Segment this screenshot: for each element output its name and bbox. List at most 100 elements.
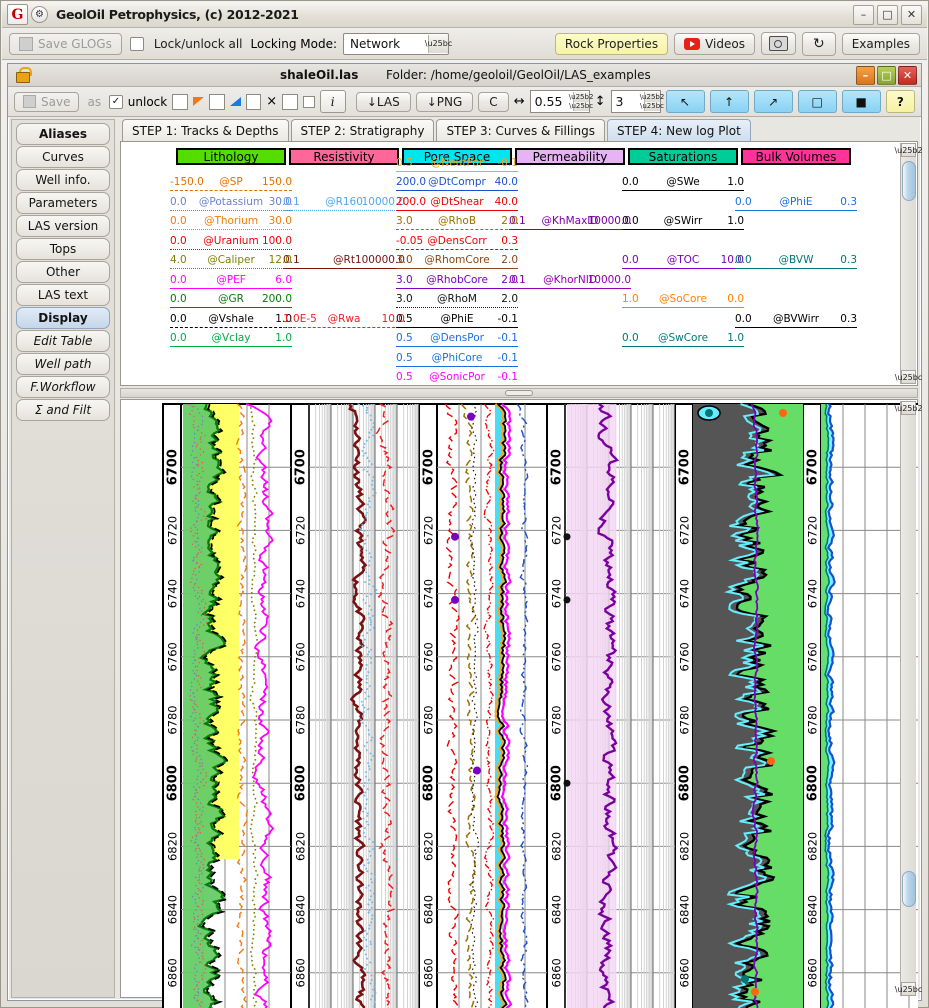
plot-scroll-thumb[interactable]	[902, 871, 916, 907]
curve-legend-vclay[interactable]: 0.0 @Vclay 1.0	[170, 332, 292, 347]
sidebar-item-display[interactable]: Display	[16, 307, 110, 329]
curve-legend-rhobcore[interactable]: 3.0 @RhobCore 2.0	[396, 274, 518, 289]
height-stepper[interactable]: 3 \u25b2 \u25bc	[610, 90, 664, 113]
curve-legend-phie[interactable]: 0.5 @PhiE -0.1	[396, 313, 518, 328]
blue-triangle-icon[interactable]	[229, 97, 241, 106]
curve-legend-rhomcore[interactable]: 3.0 @RhomCore 2.0	[396, 254, 518, 269]
sidebar-item-tops[interactable]: Tops	[16, 238, 110, 260]
curve-legend-phicore[interactable]: 0.5 @PhiCore -0.1	[396, 352, 518, 367]
export-las-button[interactable]: ↓LAS	[355, 91, 411, 112]
width-value[interactable]: 0.55	[531, 94, 573, 109]
curve-legend-sp[interactable]: -150.0 @SP 150.0	[170, 176, 292, 191]
unlock-icon[interactable]	[15, 67, 32, 83]
option-checkbox-4[interactable]	[282, 93, 298, 110]
curve-legend-phie[interactable]: 0.0 @PhiE 0.3	[735, 196, 857, 211]
curve-legend-uranium[interactable]: 0.0 @Uranium 100.0	[170, 235, 292, 250]
curve-legend-swcore[interactable]: 0.0 @SwCore 1.0	[622, 332, 744, 347]
maximize-icon[interactable]: □	[877, 4, 898, 25]
sidebar-item-parameters[interactable]: Parameters	[16, 192, 110, 214]
save-as-label[interactable]: as	[84, 95, 104, 109]
sidebar-item-other[interactable]: Other	[16, 261, 110, 283]
fit-button[interactable]: □	[797, 90, 837, 113]
curve-legend-rwa[interactable]: 1.0E-5 @Rwa 10.0	[283, 313, 405, 328]
orange-triangle-icon[interactable]	[192, 97, 204, 106]
curve-legend-khmaxid[interactable]: 0.1 @KhMaxID 10000.0	[509, 215, 631, 230]
sidebar-item-well-info[interactable]: Well info.	[16, 169, 110, 191]
track-header-resistivity[interactable]: Resistivity	[289, 148, 399, 165]
sidebar-item-well-path[interactable]: Well path	[16, 353, 110, 375]
help-button[interactable]: ?	[885, 90, 916, 113]
track-header-permeability[interactable]: Permeability	[515, 148, 625, 165]
chevron-down-icon[interactable]: \u25bc	[425, 34, 452, 53]
curve-legend-caliper[interactable]: 4.0 @Caliper 12.0	[170, 254, 292, 269]
zoom-out-button[interactable]: ↖	[665, 90, 705, 113]
curve-legend-swirr[interactable]: 0.0 @SWirr 1.0	[622, 215, 744, 230]
curve-legend-r160[interactable]: 0.1 @R160 10000.0	[283, 196, 405, 211]
full-button[interactable]: ■	[841, 90, 881, 113]
export-png-button[interactable]: ↓PNG	[415, 91, 474, 112]
info-button[interactable]: i	[319, 90, 346, 113]
sidebar-item-las-version[interactable]: LAS version	[16, 215, 110, 237]
zoom-in-button[interactable]: ↗	[753, 90, 793, 113]
log-plot-canvas[interactable]: 6700 6720 6740 6760 6780 6800 6820 6840 6860 6700…	[121, 400, 918, 1008]
width-spin-arrows[interactable]: \u25b2 \u25bc	[569, 92, 593, 111]
sidebar-item-curves[interactable]: Curves	[16, 146, 110, 168]
track-header-bulk-volumes[interactable]: Bulk Volumes	[741, 148, 851, 165]
height-spin-arrows[interactable]: \u25b2 \u25bc	[640, 92, 664, 111]
save-glogs-button[interactable]: Save GLOGs	[9, 32, 122, 55]
curve-legend-denspor[interactable]: 0.5 @DensPor -0.1	[396, 332, 518, 347]
scroll-up-icon[interactable]: \u25b2	[894, 143, 923, 157]
curve-legend-khornid[interactable]: 0.1 @KhorNID 10000.0	[509, 274, 631, 289]
doc-minimize-icon[interactable]: –	[856, 65, 875, 85]
option-checkbox-5[interactable]	[302, 95, 315, 108]
tab-step-4[interactable]: STEP 4: New log Plot	[607, 119, 751, 141]
save-button[interactable]: Save	[14, 91, 80, 112]
legend-scroll-thumb[interactable]	[902, 161, 916, 201]
tab-step-1[interactable]: STEP 1: Tracks & Depths	[122, 119, 289, 141]
sidebar-item-edit-table[interactable]: Edit Table	[16, 330, 110, 352]
log-plot-pane[interactable]: 6700 6720 6740 6760 6780 6800 6820 6840 6860 6700…	[120, 399, 923, 1008]
option-checkbox-2[interactable]	[208, 93, 225, 110]
track-header-lithology[interactable]: Lithology	[176, 148, 286, 165]
curve-legend-dtcompr[interactable]: 200.0 @DtCompr 40.0	[396, 176, 518, 191]
examples-button[interactable]: Examples	[841, 32, 920, 55]
rock-properties-button[interactable]: Rock Properties	[554, 32, 669, 55]
curve-legend-potassium[interactable]: 0.0 @Potassium 30.0	[170, 196, 292, 211]
locking-mode-select[interactable]: Network \u25bc	[343, 32, 452, 55]
scroll-down-icon[interactable]: \u25bc	[895, 982, 922, 996]
curve-legend-pef[interactable]: 0.0 @PEF 6.0	[170, 274, 292, 289]
curve-legend-swe[interactable]: 0.0 @SWe 1.0	[622, 176, 744, 191]
sidebar-item-f-workflow[interactable]: F.Workflow	[16, 376, 110, 398]
pane-splitter[interactable]	[120, 388, 918, 398]
curve-legend-rhob[interactable]: 3.0 @RhoB 2.0	[396, 215, 518, 230]
curve-legend-socore[interactable]: 1.0 @SoCore 0.0	[622, 293, 744, 308]
close-x-label[interactable]: ×	[266, 94, 277, 109]
curve-legend-gr[interactable]: 0.0 @GR 200.0	[170, 293, 292, 308]
pan-up-button[interactable]: ↑	[709, 90, 749, 113]
width-stepper[interactable]: 0.55 \u25b2 \u25bc	[529, 90, 593, 113]
scroll-down-icon[interactable]: \u25bc	[895, 370, 922, 384]
refresh-button[interactable]: ↻	[801, 31, 836, 56]
option-checkbox-1[interactable]	[172, 93, 188, 110]
curve-legend-denscorr[interactable]: -0.05 @DensCorr 0.3	[396, 235, 518, 250]
curve-legend-rhom[interactable]: 3.0 @RhoM 2.0	[396, 293, 518, 308]
close-icon[interactable]: ✕	[901, 4, 922, 25]
screenshot-button[interactable]	[760, 32, 796, 55]
curve-legend-sonicpor[interactable]: 0.5 @SonicPor -0.1	[396, 371, 518, 385]
track-header-saturations[interactable]: Saturations	[628, 148, 738, 165]
height-value[interactable]: 3	[612, 94, 644, 109]
legend-scrollbar[interactable]: \u25b2 \u25bc	[894, 143, 923, 384]
curve-legend-rt[interactable]: 0.1 @Rt 100000.0	[283, 254, 405, 269]
doc-maximize-icon[interactable]: □	[877, 65, 896, 85]
sidebar-item-aliases[interactable]: Aliases	[16, 123, 110, 145]
sidebar-item-and-filt[interactable]: Σ and Filt	[16, 399, 110, 421]
minimize-icon[interactable]: –	[853, 4, 874, 25]
curve-legend-neutpor[interactable]: 0.5 @NeutPor -0.1	[396, 157, 518, 172]
lock-all-checkbox[interactable]: Lock/unlock all	[128, 36, 245, 51]
unlock-checkbox[interactable]: ✓	[109, 94, 123, 109]
c-button[interactable]: C	[478, 91, 509, 112]
curve-legend-bvwirr[interactable]: 0.0 @BVWirr 0.3	[735, 313, 857, 328]
curve-legend-dtshear[interactable]: 200.0 @DtShear 40.0	[396, 196, 518, 211]
plot-scrollbar[interactable]: \u25b2 \u25bc	[894, 401, 923, 996]
scroll-up-icon[interactable]: \u25b2	[894, 401, 923, 415]
